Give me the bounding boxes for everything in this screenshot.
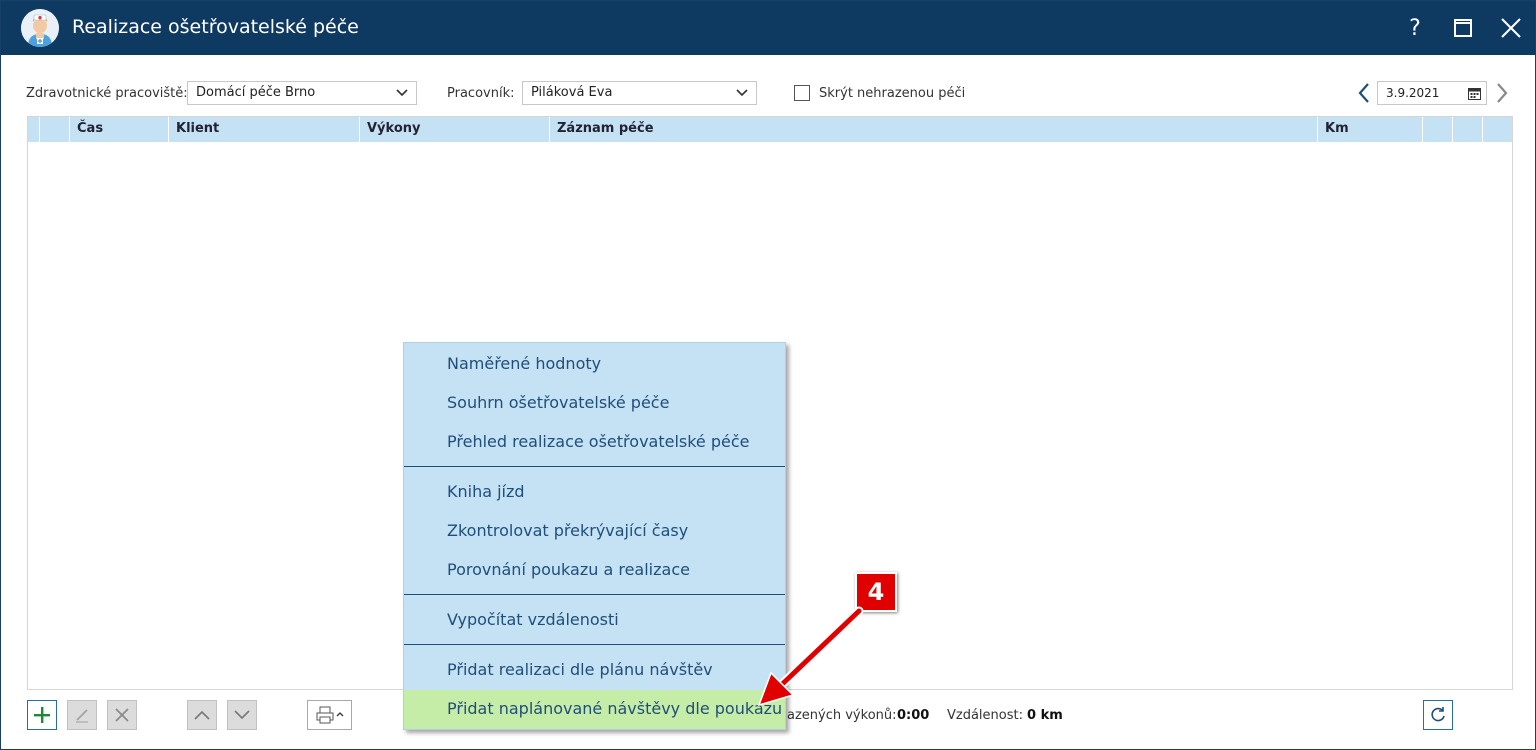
menu-item-add-by-visit-plan[interactable]: Přidat realizaci dle plánu návštěv — [404, 651, 785, 690]
menu-separator — [404, 594, 785, 595]
chevron-down-icon — [234, 710, 250, 720]
title-bar: Realizace ošetřovatelské péče ? — [1, 1, 1535, 55]
menu-separator — [404, 466, 785, 467]
chevron-right-icon — [1497, 83, 1508, 103]
grid-column-km[interactable]: Km — [1317, 117, 1422, 142]
nurse-avatar-icon — [21, 9, 59, 47]
distance-value: 0 km — [1027, 708, 1063, 723]
menu-item-measured-values[interactable]: Naměřené hodnoty — [404, 345, 785, 384]
workplace-value: Domácí péče Brno — [196, 85, 316, 100]
menu-item-check-overlaps[interactable]: Zkontrolovat překrývající časy — [404, 512, 785, 551]
refresh-icon — [1431, 707, 1445, 722]
grid-column-extra-1[interactable] — [1422, 117, 1452, 142]
menu-item-add-by-voucher[interactable]: Přidat naplánované návštěvy dle poukazu — [404, 690, 785, 729]
window-title: Realizace ošetřovatelské péče — [72, 16, 359, 38]
x-icon — [115, 708, 129, 722]
workplace-label: Zdravotnické pracoviště: — [26, 86, 188, 101]
menu-item-compare-voucher[interactable]: Porovnání poukazu a realizace — [404, 551, 785, 590]
chevron-up-icon — [194, 710, 210, 720]
next-date-button[interactable] — [1492, 81, 1512, 105]
hide-unpaid-checkbox[interactable] — [794, 85, 810, 101]
grid-column-extra-3[interactable] — [1482, 117, 1512, 142]
hide-unpaid-label: Skrýt nehrazenou péči — [819, 86, 966, 101]
grid-column-services[interactable]: Výkony — [359, 117, 549, 142]
move-down-button[interactable] — [227, 700, 257, 730]
worker-value: Piláková Eva — [531, 85, 613, 100]
menu-item-logbook[interactable]: Kniha jízd — [404, 473, 785, 512]
menu-item-care-overview[interactable]: Přehled realizace ošetřovatelské péče — [404, 423, 785, 462]
date-input[interactable]: 3.9.2021 — [1377, 81, 1487, 105]
print-menu-button[interactable] — [307, 700, 352, 730]
close-icon — [1501, 18, 1521, 38]
close-button[interactable] — [1494, 11, 1528, 45]
maximize-icon — [1454, 19, 1472, 37]
distance-label: Vzdálenost: — [947, 708, 1023, 723]
workplace-select[interactable]: Domácí péče Brno — [187, 81, 417, 105]
chevron-down-icon — [396, 89, 408, 97]
chevron-left-icon — [1358, 83, 1369, 103]
grid-column-select[interactable] — [39, 117, 69, 142]
help-icon: ? — [1409, 15, 1421, 41]
grid-column-client[interactable]: Klient — [168, 117, 359, 142]
refresh-button[interactable] — [1423, 700, 1453, 730]
plus-icon — [34, 707, 50, 723]
menu-item-care-summary[interactable]: Souhrn ošetřovatelské péče — [404, 384, 785, 423]
edit-button[interactable] — [67, 700, 97, 730]
help-button[interactable]: ? — [1398, 11, 1432, 45]
add-button[interactable] — [27, 700, 57, 730]
grid-column-care-record[interactable]: Záznam péče — [549, 117, 1317, 142]
pencil-icon — [76, 709, 88, 723]
date-value: 3.9.2021 — [1386, 86, 1440, 100]
maximize-button[interactable] — [1446, 11, 1480, 45]
worker-label: Pracovník: — [447, 86, 515, 101]
chevron-down-icon — [736, 89, 748, 97]
calendar-icon[interactable] — [1468, 87, 1481, 100]
grid-column-time[interactable]: Čas — [69, 117, 168, 142]
grid-column-extra-2[interactable] — [1452, 117, 1482, 142]
pointer-arrow-icon — [757, 606, 864, 707]
print-context-menu: Naměřené hodnoty Souhrn ošetřovatelské p… — [403, 342, 786, 730]
previous-date-button[interactable] — [1354, 81, 1374, 105]
worker-select[interactable]: Piláková Eva — [522, 81, 757, 105]
services-total-value: 0:00 — [897, 708, 930, 723]
menu-item-calculate-distances[interactable]: Vypočítat vzdálenosti — [404, 601, 785, 640]
printer-icon — [316, 706, 343, 724]
application-window: Realizace ošetřovatelské péče ? Zdravotn… — [0, 0, 1536, 750]
move-up-button[interactable] — [187, 700, 217, 730]
grid-header: Čas Klient Výkony Záznam péče Km — [28, 117, 1512, 142]
delete-button[interactable] — [107, 700, 137, 730]
menu-separator — [404, 644, 785, 645]
